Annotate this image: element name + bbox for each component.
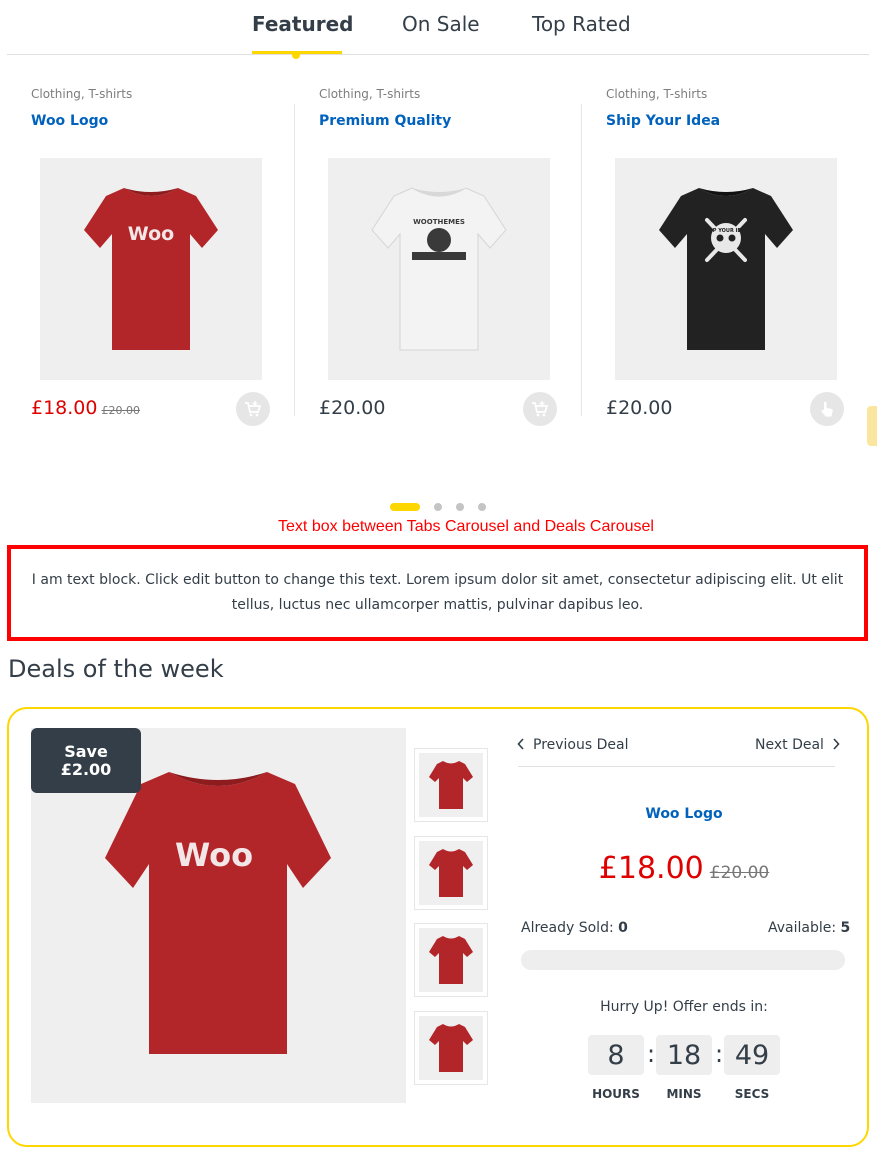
countdown-mins-label: MINS: [666, 1087, 702, 1101]
countdown-mins: 18: [656, 1035, 712, 1075]
card-divider: [581, 104, 582, 416]
deal-thumbnail[interactable]: [414, 1011, 488, 1085]
next-deal-link[interactable]: Next Deal: [755, 737, 840, 753]
section-heading: Text box between Tabs Carousel and Deals…: [278, 518, 654, 535]
countdown-separator: :: [715, 1040, 724, 1068]
carousel-dot-1[interactable]: [390, 503, 420, 511]
deal-thumbnail[interactable]: [414, 748, 488, 822]
side-panel-tab[interactable]: [867, 406, 877, 446]
product-card: Clothing, T-shirts Ship Your Idea SHIP Y…: [606, 84, 876, 426]
countdown-hours: 8: [588, 1035, 644, 1075]
deal-sale-price: £18.00: [598, 851, 704, 886]
already-sold: Already Sold: 0: [521, 920, 628, 936]
chevron-left-icon: [517, 738, 524, 750]
offer-ends-text: Hurry Up! Offer ends in:: [600, 999, 768, 1015]
countdown-hours-label: HOURS: [592, 1087, 640, 1101]
carousel-dot-3[interactable]: [456, 503, 464, 511]
save-badge: Save £2.00: [31, 728, 141, 793]
deals-heading: Deals of the week: [8, 655, 224, 683]
countdown-secs: 49: [724, 1035, 780, 1075]
deal-nav-divider: [518, 766, 835, 767]
sold-progress-bar: [521, 950, 845, 970]
sale-price: £18.00: [31, 397, 98, 419]
card-divider: [294, 104, 295, 416]
deal-thumbnail[interactable]: [414, 836, 488, 910]
svg-text:Woo: Woo: [128, 223, 174, 245]
svg-text:SHIP YOUR IDEA: SHIP YOUR IDEA: [703, 228, 749, 234]
deal-price: £18.00 £20.00: [518, 851, 850, 886]
product-card: Clothing, T-shirts Premium Quality WOOTH…: [319, 84, 589, 426]
add-to-cart-button[interactable]: [236, 392, 270, 426]
product-price: £20.00: [319, 397, 386, 419]
tab-featured[interactable]: Featured: [252, 12, 353, 36]
available-label: Available:: [768, 920, 837, 936]
add-to-cart-icon: [245, 401, 262, 417]
carousel-dot-4[interactable]: [478, 503, 486, 511]
available-value: 5: [840, 920, 851, 936]
product-image[interactable]: Woo: [40, 158, 262, 380]
product-price: £18.00 £20.00: [31, 397, 140, 419]
product-image[interactable]: SHIP YOUR IDEA: [615, 158, 837, 380]
save-amount: £2.00: [60, 759, 112, 779]
tab-top-rated[interactable]: Top Rated: [532, 12, 631, 36]
text-block-content: I am text block. Click edit button to ch…: [31, 572, 844, 613]
product-image[interactable]: WOOTHEMES: [328, 158, 550, 380]
already-sold-label: Already Sold:: [521, 920, 614, 936]
tab-on-sale[interactable]: On Sale: [402, 12, 480, 36]
already-sold-value: 0: [618, 920, 628, 936]
deal-old-price: £20.00: [709, 863, 770, 883]
product-card: Clothing, T-shirts Woo Logo Woo £18.00 £2…: [31, 84, 301, 426]
product-category[interactable]: Clothing, T-shirts: [31, 87, 132, 101]
product-title[interactable]: Woo Logo: [31, 113, 108, 129]
carousel-dot-2[interactable]: [434, 503, 442, 511]
deal-product-title[interactable]: Woo Logo: [518, 806, 850, 822]
svg-text:Woo: Woo: [175, 836, 253, 874]
old-price: £20.00: [101, 404, 140, 417]
add-to-cart-button[interactable]: [523, 392, 557, 426]
chevron-right-icon: [833, 738, 840, 750]
product-category[interactable]: Clothing, T-shirts: [606, 87, 707, 101]
next-deal-label: Next Deal: [755, 737, 824, 753]
available-stock: Available: 5: [768, 920, 850, 936]
active-tab-indicator: [292, 51, 300, 59]
countdown-separator: :: [647, 1040, 656, 1068]
deal-thumbnail[interactable]: [414, 923, 488, 997]
svg-text:WOOTHEMES: WOOTHEMES: [413, 218, 465, 226]
pointer-hand-icon: [821, 401, 833, 417]
product-title[interactable]: Ship Your Idea: [606, 113, 720, 129]
text-block: I am text block. Click edit button to ch…: [7, 545, 868, 641]
countdown-secs-label: SECS: [734, 1087, 770, 1101]
add-to-cart-icon: [532, 401, 549, 417]
select-options-button[interactable]: [810, 392, 844, 426]
save-label: Save: [64, 741, 108, 761]
previous-deal-label: Previous Deal: [533, 737, 629, 753]
product-price: £20.00: [606, 397, 673, 419]
product-title[interactable]: Premium Quality: [319, 113, 451, 129]
previous-deal-link[interactable]: Previous Deal: [517, 737, 628, 753]
product-category[interactable]: Clothing, T-shirts: [319, 87, 420, 101]
